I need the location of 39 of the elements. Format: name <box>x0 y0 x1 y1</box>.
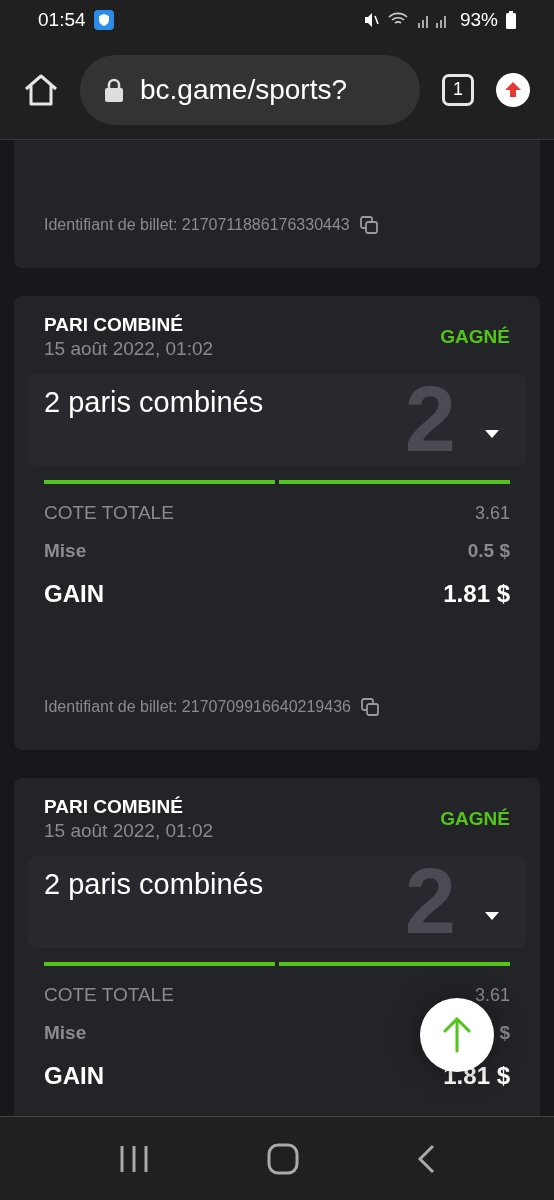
address-bar[interactable]: bc.game/sports? <box>80 54 420 125</box>
stake-value: 0.5 $ <box>467 540 510 562</box>
gain-value: 1.81 $ <box>443 580 510 608</box>
bet-result: GAGNÉ <box>440 326 510 348</box>
shield-icon <box>93 10 114 30</box>
url-text: bc.game/sports? <box>140 73 347 106</box>
bet-type: PARI COMBINÉ <box>44 314 184 336</box>
odds-label: COTE TOTALE <box>44 502 174 524</box>
home-icon[interactable] <box>267 1142 299 1175</box>
gain-label: GAIN <box>44 580 104 608</box>
odds-value: 3.61 <box>474 502 510 524</box>
gain-label: GAIN <box>44 1062 104 1090</box>
stake-value: $ <box>499 1022 510 1044</box>
copy-icon[interactable] <box>360 698 379 716</box>
caret-icon[interactable] <box>484 911 500 921</box>
caret-icon[interactable] <box>484 429 500 439</box>
arrow-up-icon <box>442 1017 472 1053</box>
ticket-id: Identifiant de billet: 2170709916640219436 <box>44 698 351 716</box>
odds-label: COTE TOTALE <box>44 984 174 1006</box>
bet-type: PARI COMBINÉ <box>44 796 184 818</box>
upload-icon[interactable] <box>496 72 530 107</box>
tab-count-button[interactable]: 1 <box>442 73 474 106</box>
mute-icon <box>363 12 380 28</box>
copy-icon[interactable] <box>359 216 378 234</box>
battery-icon <box>506 11 516 29</box>
bet-summary: 2 paris combinés <box>44 868 264 900</box>
bet-result: GAGNÉ <box>440 808 510 830</box>
battery-percent: 93% <box>459 9 498 31</box>
ticket-id: Identifiant de billet: 2170711886176330443 <box>44 216 350 234</box>
bet-summary: 2 paris combinés <box>44 386 264 418</box>
back-icon[interactable] <box>417 1143 435 1174</box>
clock: 01:54 <box>38 9 86 31</box>
stake-label: Mise <box>44 1022 87 1044</box>
lock-icon <box>104 77 124 102</box>
bet-date: 15 août 2022, 01:02 <box>44 338 214 360</box>
bet-date: 15 août 2022, 01:02 <box>44 820 214 842</box>
odds-value: 3.61 <box>474 984 510 1006</box>
stake-label: Mise <box>44 540 87 562</box>
recent-apps-icon[interactable] <box>119 1144 149 1173</box>
